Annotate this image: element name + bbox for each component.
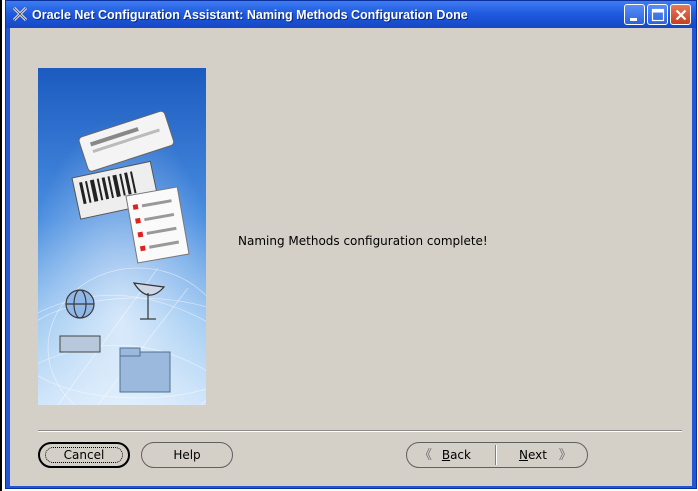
title-bar[interactable]: Oracle Net Configuration Assistant: Nami… [6,1,696,28]
back-button[interactable]: 《 Back [419,443,471,467]
nav-divider [495,445,497,465]
chevron-right-icon: 》 [558,448,572,463]
close-button[interactable] [670,4,691,25]
window-title: Oracle Net Configuration Assistant: Nami… [32,8,468,22]
back-mnemonic: B [441,448,451,462]
dialog-window: Oracle Net Configuration Assistant: Nami… [5,0,697,489]
help-button[interactable]: Help [141,442,233,468]
app-icon [12,6,28,22]
next-button[interactable]: Next 》 [519,443,572,467]
chevron-left-icon: 《 [419,448,433,463]
cancel-button[interactable]: Cancel [38,442,130,468]
left-border [0,0,2,491]
completion-message: Naming Methods configuration complete! [238,234,488,248]
wizard-banner-image [38,68,206,405]
close-icon [675,9,687,21]
next-label-rest: ext [527,448,547,462]
maximize-icon [651,8,665,22]
dialog-body: Naming Methods configuration complete! C… [10,28,692,486]
navigation-button-group: 《 Back Next 》 [406,442,588,468]
minimize-icon [630,18,637,21]
maximize-button[interactable] [647,4,668,25]
minimize-button[interactable] [624,4,645,25]
next-mnemonic: N [519,448,528,462]
button-separator [38,430,682,432]
help-label: Help [173,448,201,462]
back-label-rest: ack [450,448,471,462]
focus-ring [45,447,123,463]
